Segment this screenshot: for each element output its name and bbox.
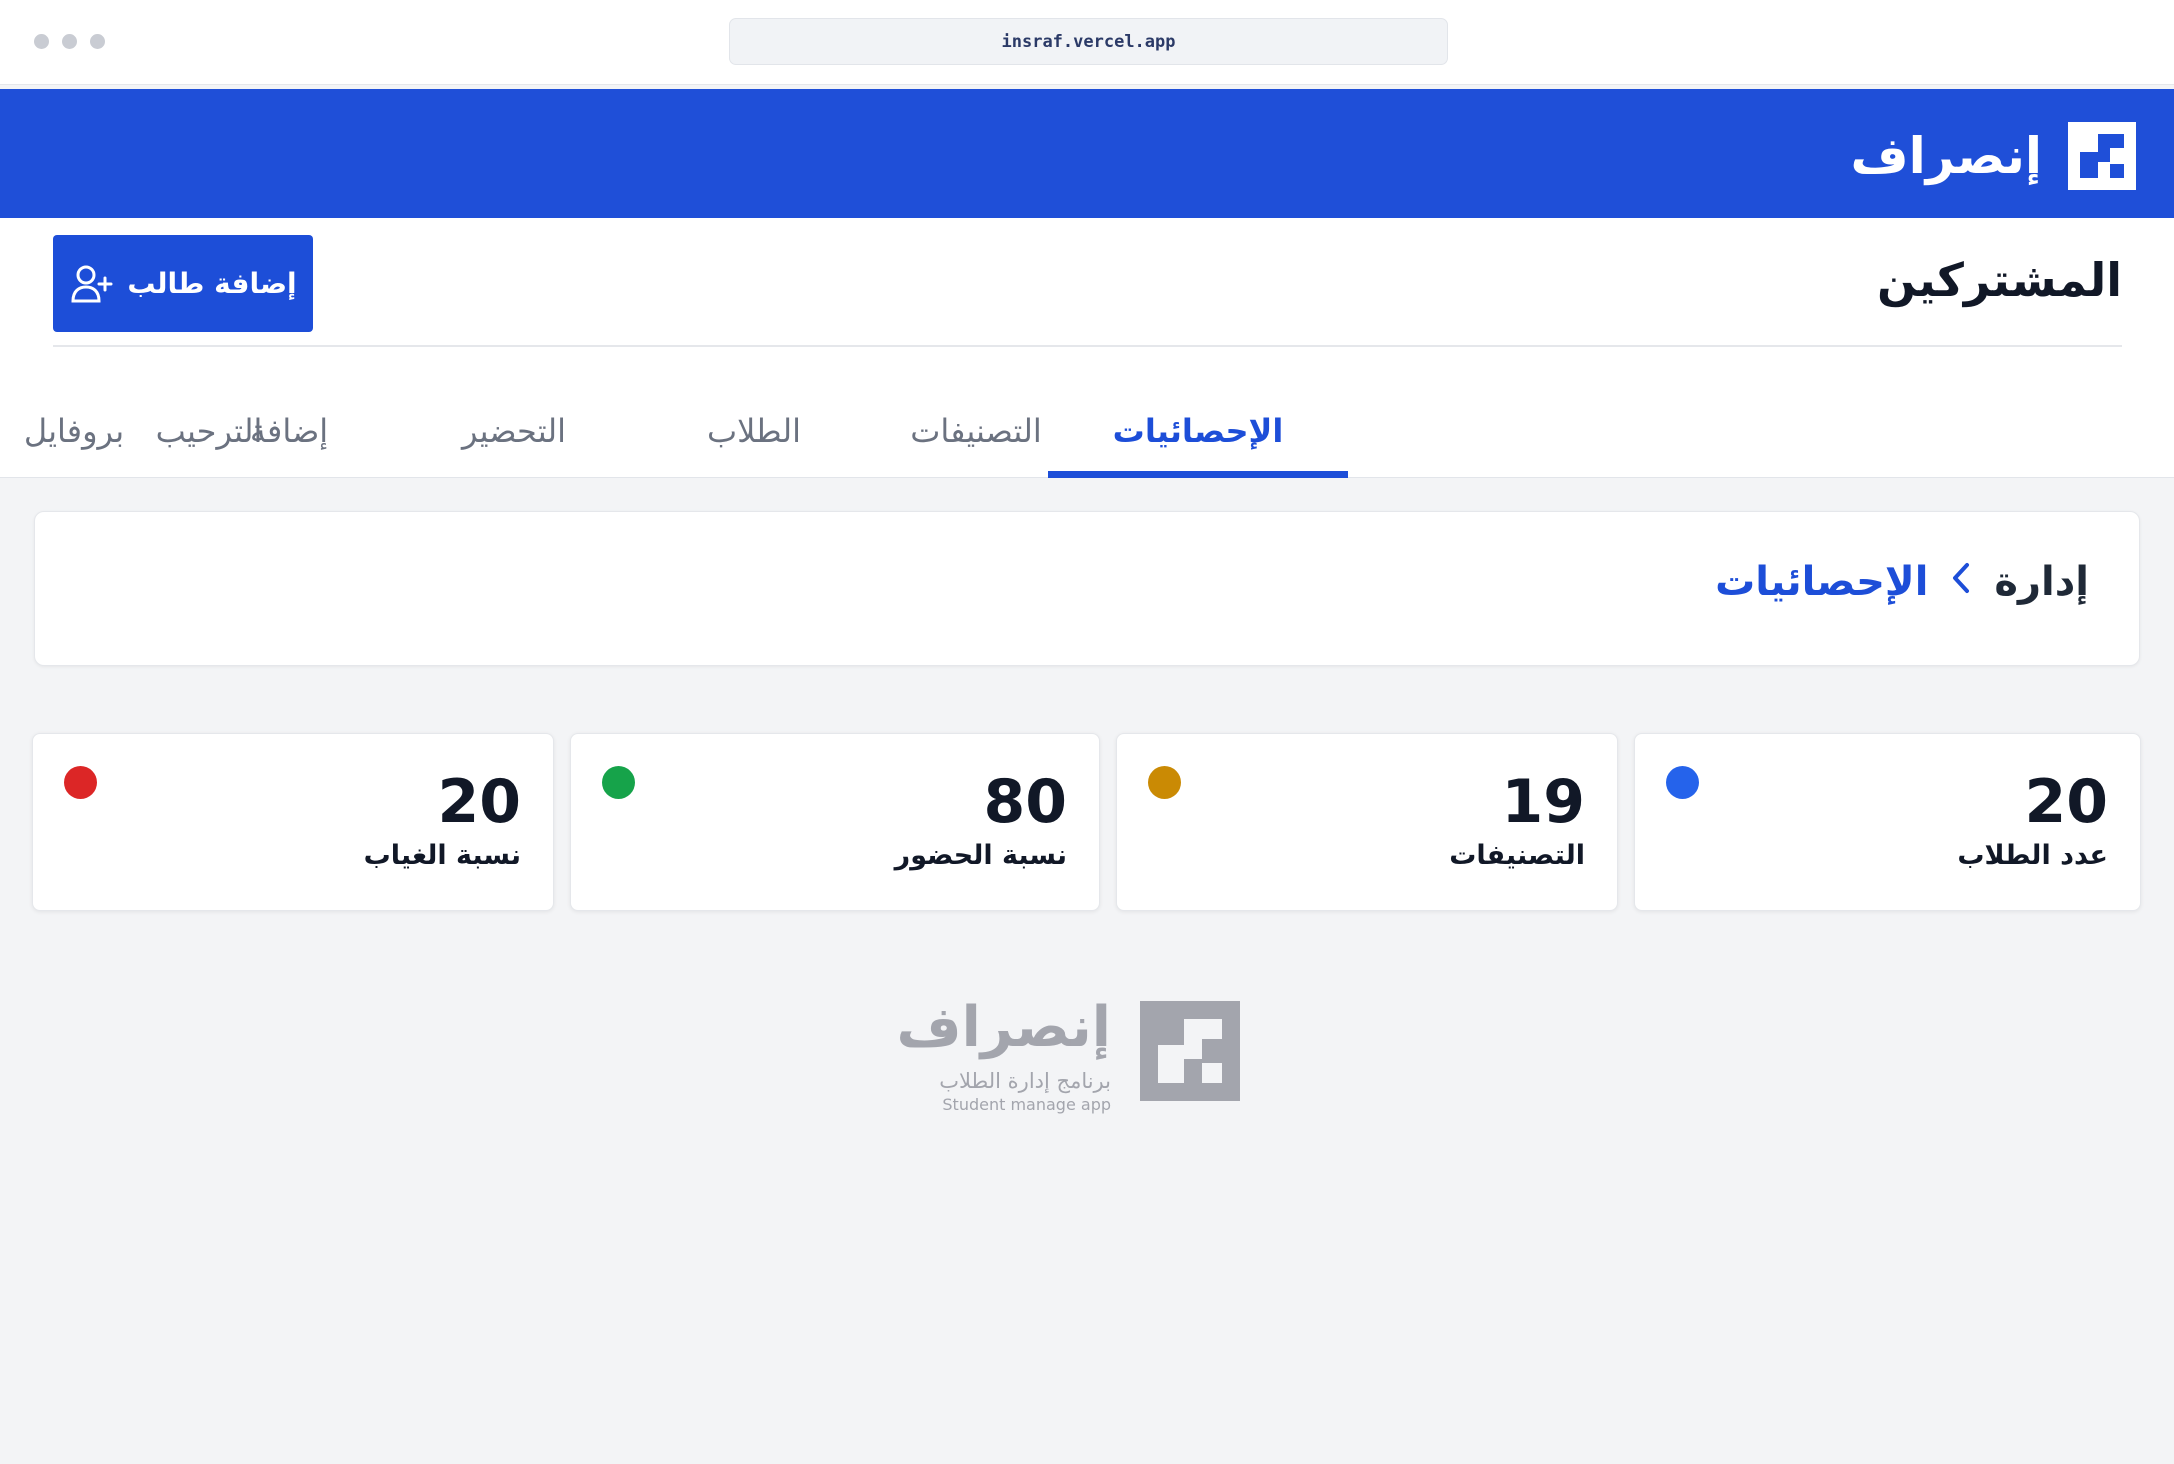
- status-dot-icon: [1666, 766, 1699, 799]
- stat-label: نسبة الغياب: [363, 840, 521, 871]
- insraf-logo-icon: [2068, 122, 2136, 190]
- tab-attendance[interactable]: التحضير: [394, 383, 634, 478]
- page-title: المشتركين: [1876, 253, 2122, 307]
- user-plus-icon: [69, 262, 113, 306]
- tab-profile[interactable]: بروفايل: [0, 383, 174, 478]
- add-student-label: إضافة طالب: [127, 267, 297, 300]
- breadcrumb-root[interactable]: إدارة: [1994, 559, 2089, 605]
- status-dot-icon: [64, 766, 97, 799]
- breadcrumb-current: الإحصائيات: [1715, 559, 1929, 605]
- breadcrumb: إدارة الإحصائيات: [1715, 559, 2089, 605]
- address-bar[interactable]: insraf.vercel.app: [729, 18, 1448, 65]
- footer-brand-name: إنصراف: [896, 995, 1111, 1060]
- window-dot-minimize[interactable]: [62, 34, 77, 49]
- footer-logo: إنصراف برنامج إدارة الطلاب Student manag…: [897, 995, 1240, 1117]
- breadcrumb-card: إدارة الإحصائيات: [34, 511, 2140, 666]
- window-dot-close[interactable]: [34, 34, 49, 49]
- stat-label: نسبة الحضور: [894, 840, 1067, 871]
- tab-categories[interactable]: التصنيفات: [846, 383, 1106, 478]
- footer-subtitle-en: Student manage app: [942, 1095, 1111, 1114]
- header-divider: [53, 345, 2122, 347]
- window-dot-maximize[interactable]: [90, 34, 105, 49]
- stat-label: عدد الطلاب: [1957, 840, 2108, 871]
- stat-value: 80: [983, 767, 1068, 837]
- stat-card-attendance-rate: 80 نسبة الحضور: [570, 733, 1100, 911]
- tab-bar: الترحيب الإحصائيات التصنيفات الطلاب التح…: [0, 383, 2174, 478]
- status-dot-icon: [1148, 766, 1181, 799]
- stat-label: التصنيفات: [1449, 840, 1585, 871]
- tab-students[interactable]: الطلاب: [654, 383, 854, 478]
- chevron-left-icon: [1950, 559, 1972, 605]
- add-student-button[interactable]: إضافة طالب: [53, 235, 313, 332]
- brand[interactable]: إنصراف: [1850, 122, 2136, 190]
- stat-value: 20: [2024, 767, 2109, 837]
- stat-value: 19: [1501, 767, 1586, 837]
- stat-card-students: 20 عدد الطلاب: [1634, 733, 2141, 911]
- stat-card-absence-rate: 20 نسبة الغياب: [32, 733, 554, 911]
- status-dot-icon: [602, 766, 635, 799]
- tab-add[interactable]: إضافة: [189, 383, 389, 478]
- window-controls: [34, 34, 105, 49]
- footer-subtitle: برنامج إدارة الطلاب: [939, 1069, 1111, 1093]
- footer-logo-icon: [1140, 1001, 1240, 1101]
- top-navbar: إنصراف: [0, 89, 2174, 218]
- browser-toolbar: insraf.vercel.app: [0, 0, 2174, 85]
- stat-card-categories: 19 التصنيفات: [1116, 733, 1618, 911]
- stat-value: 20: [437, 767, 522, 837]
- brand-name: إنصراف: [1850, 127, 2042, 185]
- page-header: المشتركين إضافة طالب الترحيب الإحصائيات …: [0, 218, 2174, 478]
